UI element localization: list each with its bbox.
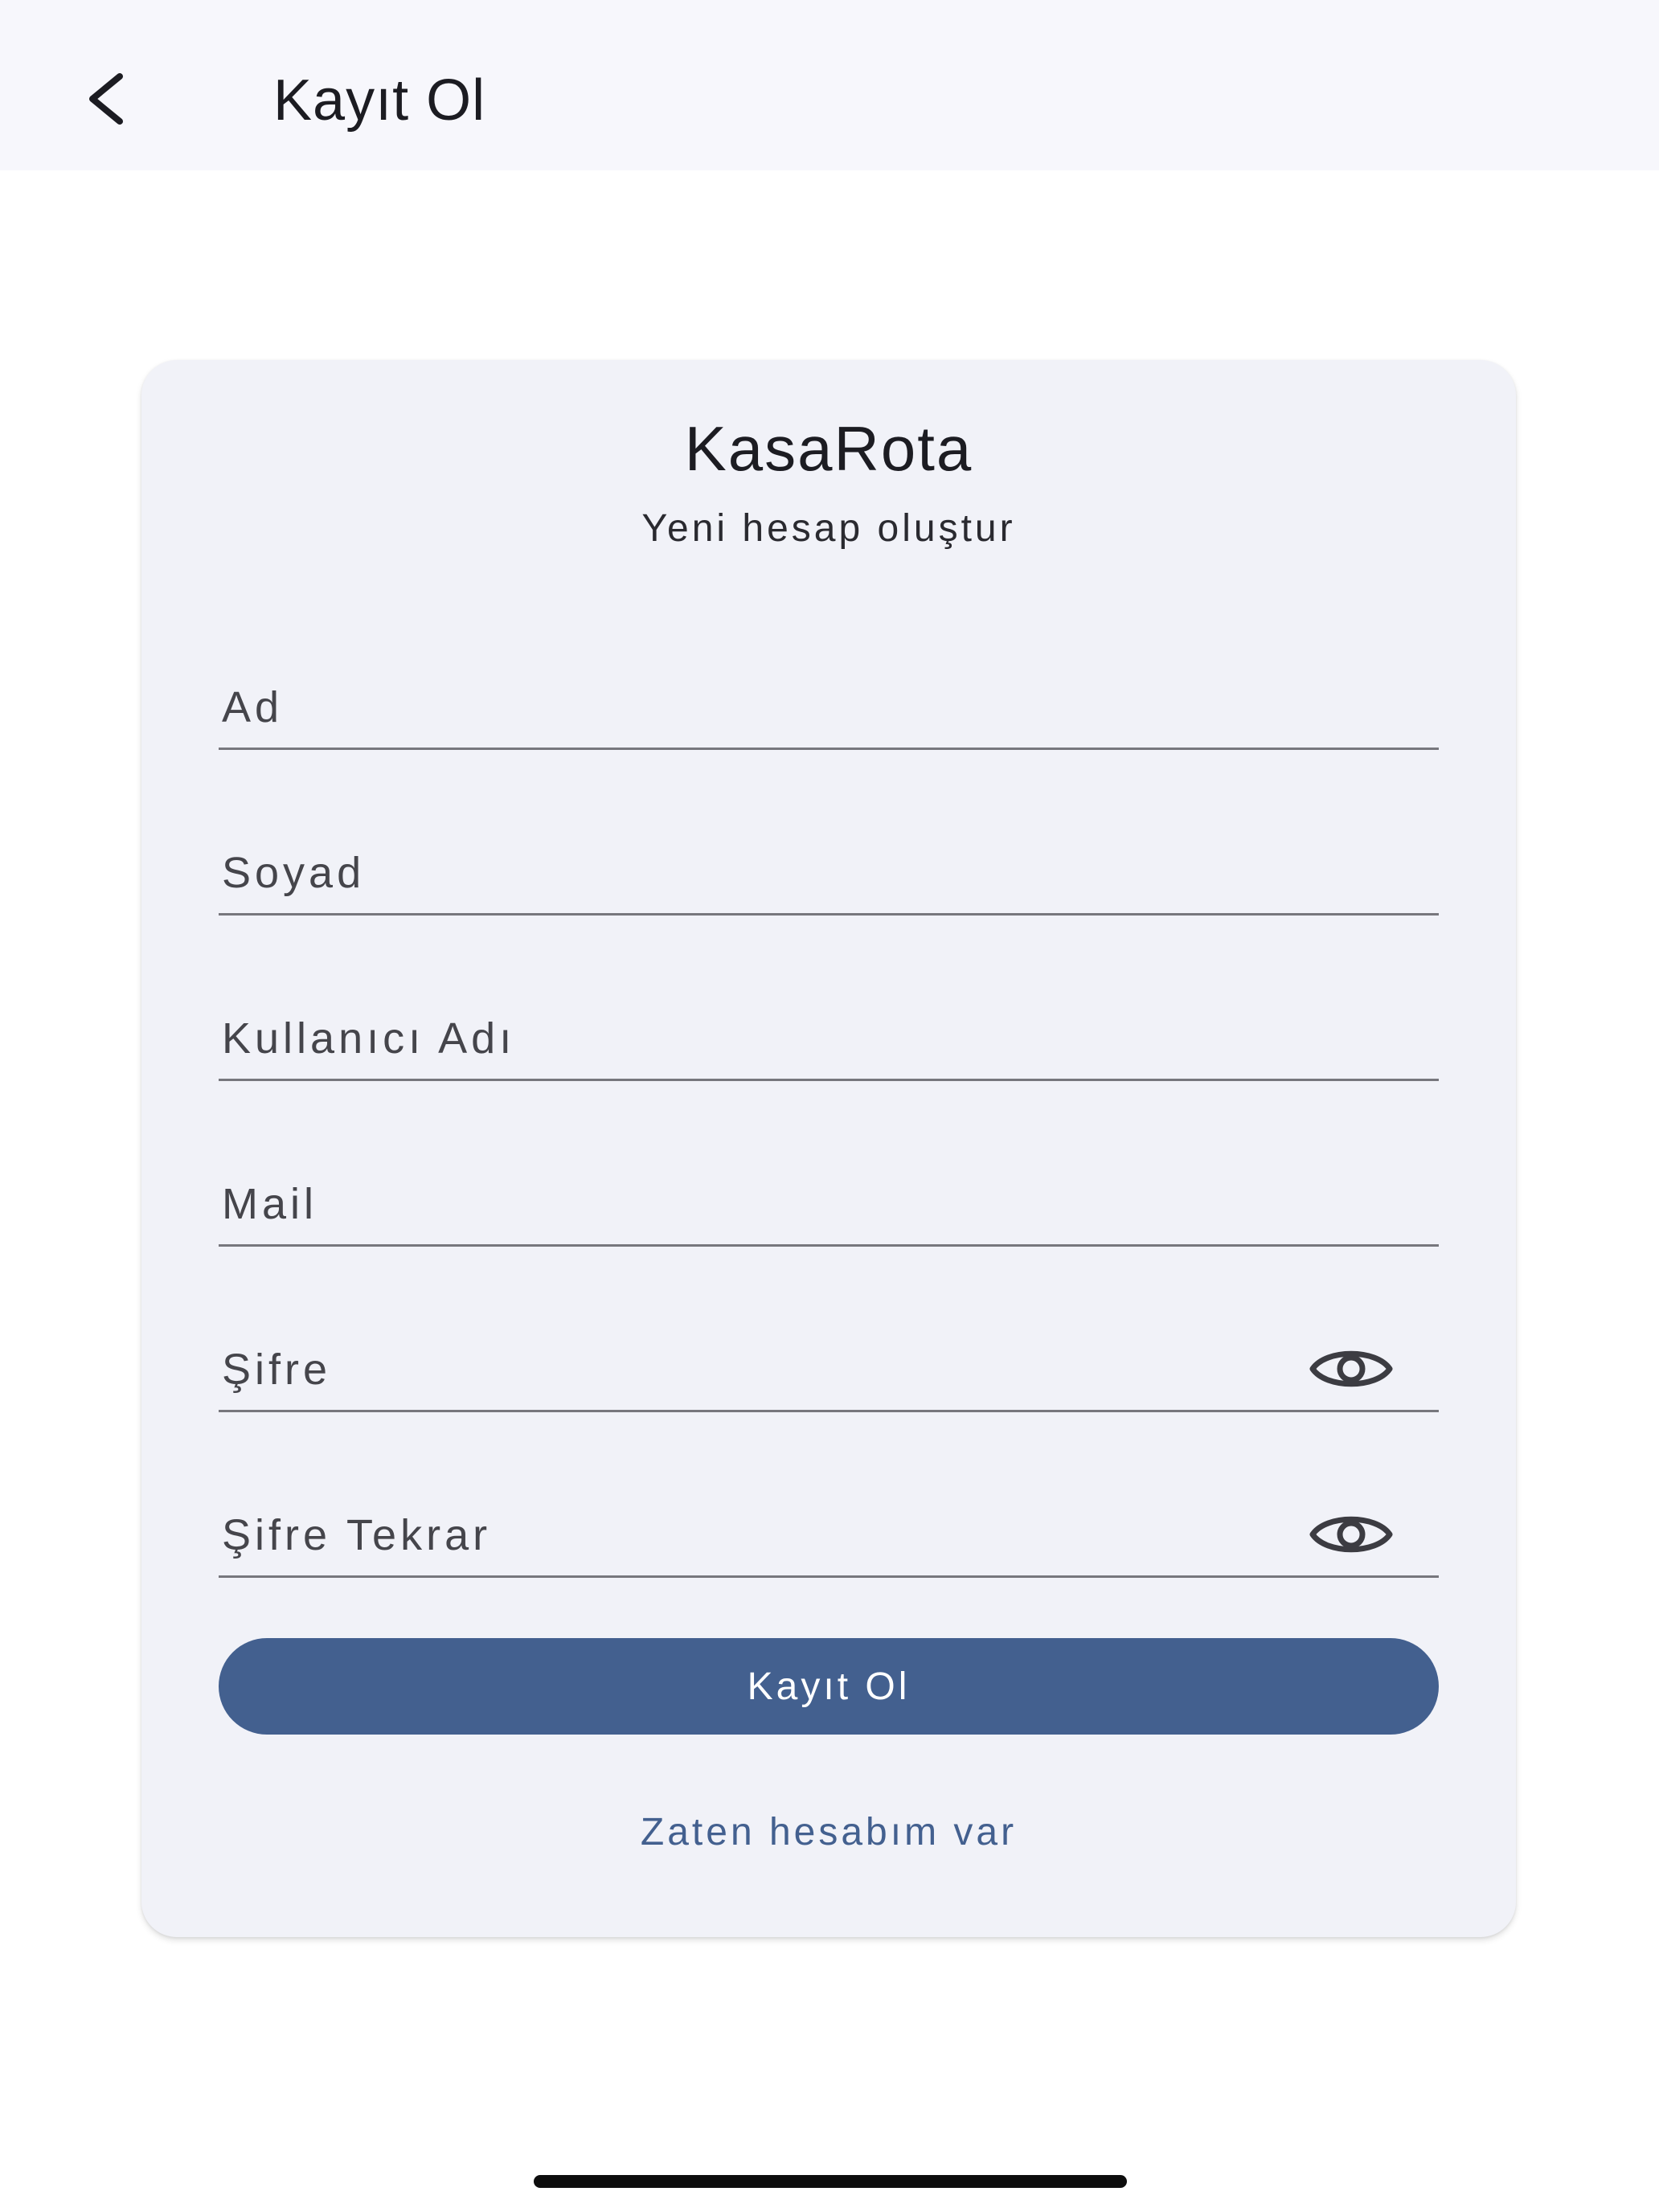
eye-icon	[1309, 1516, 1393, 1553]
card-subtitle: Yeni hesap oluştur	[641, 507, 1016, 550]
password-field[interactable]	[219, 1329, 1439, 1412]
chevron-left-icon	[89, 73, 123, 125]
last-name-input[interactable]	[219, 833, 1439, 913]
signup-card: KasaRota Yeni hesap oluştur Ad Soyad Kul…	[141, 360, 1516, 1937]
have-account-link[interactable]: Zaten hesabım var	[141, 1807, 1516, 1858]
password-confirm-visibility-toggle[interactable]	[1309, 1509, 1394, 1559]
email-field[interactable]	[219, 1164, 1439, 1247]
first-name-input[interactable]	[219, 667, 1439, 748]
last-name-field[interactable]	[219, 833, 1439, 916]
back-button[interactable]	[71, 63, 143, 135]
signup-button[interactable]: Kayıt Ol	[219, 1638, 1439, 1735]
app-bar: Kayıt Ol	[0, 0, 1659, 170]
eye-icon	[1309, 1350, 1393, 1387]
email-input[interactable]	[219, 1164, 1439, 1244]
app-brand: KasaRota	[684, 413, 973, 484]
password-confirm-input[interactable]	[219, 1495, 1439, 1575]
page-title: Kayıt Ol	[273, 68, 486, 133]
username-input[interactable]	[219, 998, 1439, 1079]
home-indicator	[534, 2175, 1127, 2188]
password-confirm-field[interactable]	[219, 1495, 1439, 1578]
password-visibility-toggle[interactable]	[1309, 1344, 1394, 1394]
password-input[interactable]	[219, 1329, 1439, 1410]
username-field[interactable]	[219, 998, 1439, 1081]
signup-screen: Kayıt Ol KasaRota Yeni hesap oluştur Ad …	[0, 0, 1659, 2212]
first-name-field[interactable]	[219, 667, 1439, 750]
